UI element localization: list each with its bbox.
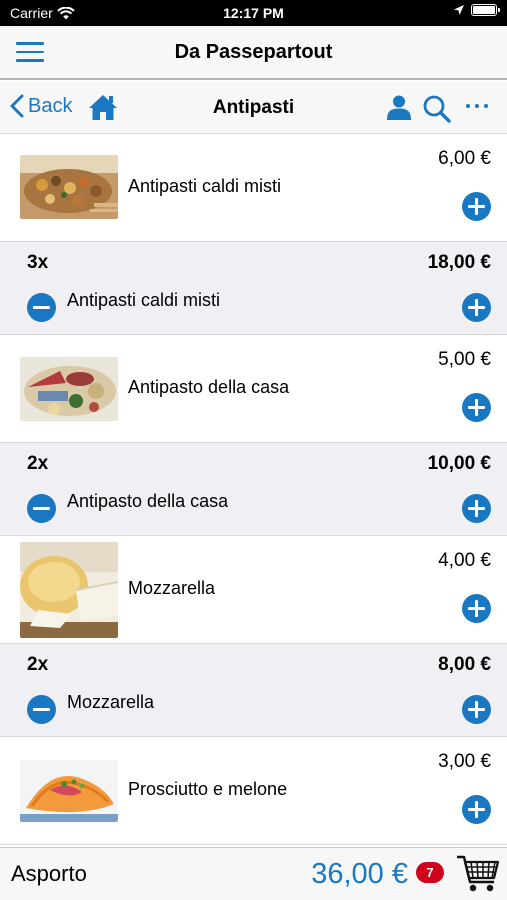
menu-item[interactable]: Antipasti caldi misti 6,00 €: [0, 134, 507, 242]
location-arrow-icon: [454, 5, 464, 15]
menu-item[interactable]: Prosciutto e melone 3,00 €: [0, 737, 507, 845]
order-qty: 3x: [27, 252, 49, 273]
order-line: 2x 8,00 € Mozzarella: [0, 644, 507, 737]
battery-icon: [471, 4, 500, 16]
menu-item-name: Antipasti caldi misti: [128, 176, 282, 196]
antipasti-caldi-photo: [20, 155, 118, 219]
cart-count-badge: 7: [416, 862, 444, 883]
order-line: 2x 10,00 € Antipasto della casa: [0, 443, 507, 536]
add-button[interactable]: [462, 695, 491, 724]
remove-button[interactable]: [27, 293, 56, 322]
mozzarella-photo: [20, 542, 118, 638]
prosciutto-melone-photo: [20, 760, 118, 822]
menu-item[interactable]: Antipasto della casa 5,00 €: [0, 335, 507, 443]
add-button[interactable]: [462, 594, 491, 623]
remove-button[interactable]: [27, 494, 56, 523]
product-list: Antipasti caldi misti 6,00 € 3x 18,00 € …: [0, 134, 507, 845]
order-total: 18,00 €: [427, 252, 491, 273]
add-button[interactable]: [462, 293, 491, 322]
shopping-cart-icon[interactable]: [456, 854, 500, 894]
order-total: 10,00 €: [427, 453, 491, 474]
remove-button[interactable]: [27, 695, 56, 724]
cart-footer: Asporto 36,00 € 7: [0, 847, 507, 900]
order-name: Antipasti caldi misti: [67, 290, 221, 310]
back-label: Back: [28, 94, 73, 117]
order-line: 3x 18,00 € Antipasti caldi misti: [0, 242, 507, 335]
app-title: Da Passepartout: [174, 41, 333, 63]
menu-item[interactable]: Mozzarella 4,00 €: [0, 536, 507, 644]
user-icon[interactable]: [386, 94, 412, 120]
menu-item-name: Mozzarella: [128, 578, 216, 598]
cart-total: 36,00 €: [311, 858, 408, 890]
menu-item-price: 4,00 €: [438, 550, 491, 571]
order-qty: 2x: [27, 654, 49, 675]
menu-item-name: Prosciutto e melone: [128, 779, 288, 799]
back-button[interactable]: Back: [10, 94, 72, 118]
menu-item-price: 3,00 €: [438, 751, 491, 772]
order-total: 8,00 €: [438, 654, 491, 675]
status-bar: Carrier 12:17 PM: [0, 0, 507, 26]
hamburger-menu-icon[interactable]: [16, 42, 44, 62]
add-button[interactable]: [462, 393, 491, 422]
menu-item-name: Antipasto della casa: [128, 377, 290, 397]
menu-item-price: 6,00 €: [438, 148, 491, 169]
order-name: Antipasto della casa: [67, 491, 229, 511]
add-button[interactable]: [462, 795, 491, 824]
add-button[interactable]: [462, 192, 491, 221]
clock: 12:17 PM: [223, 5, 284, 21]
home-icon[interactable]: [88, 93, 118, 121]
nav-bar: Back Antipasti: [0, 82, 507, 134]
add-button[interactable]: [462, 494, 491, 523]
order-name: Mozzarella: [67, 692, 155, 712]
order-qty: 2x: [27, 453, 49, 474]
order-type-label: Asporto: [11, 861, 87, 886]
app-header: Da Passepartout: [0, 26, 507, 80]
chevron-left-icon: [10, 94, 24, 118]
antipasto-casa-photo: [20, 357, 118, 421]
menu-item-price: 5,00 €: [438, 349, 491, 370]
more-icon[interactable]: [466, 104, 488, 108]
search-icon[interactable]: [422, 94, 452, 124]
